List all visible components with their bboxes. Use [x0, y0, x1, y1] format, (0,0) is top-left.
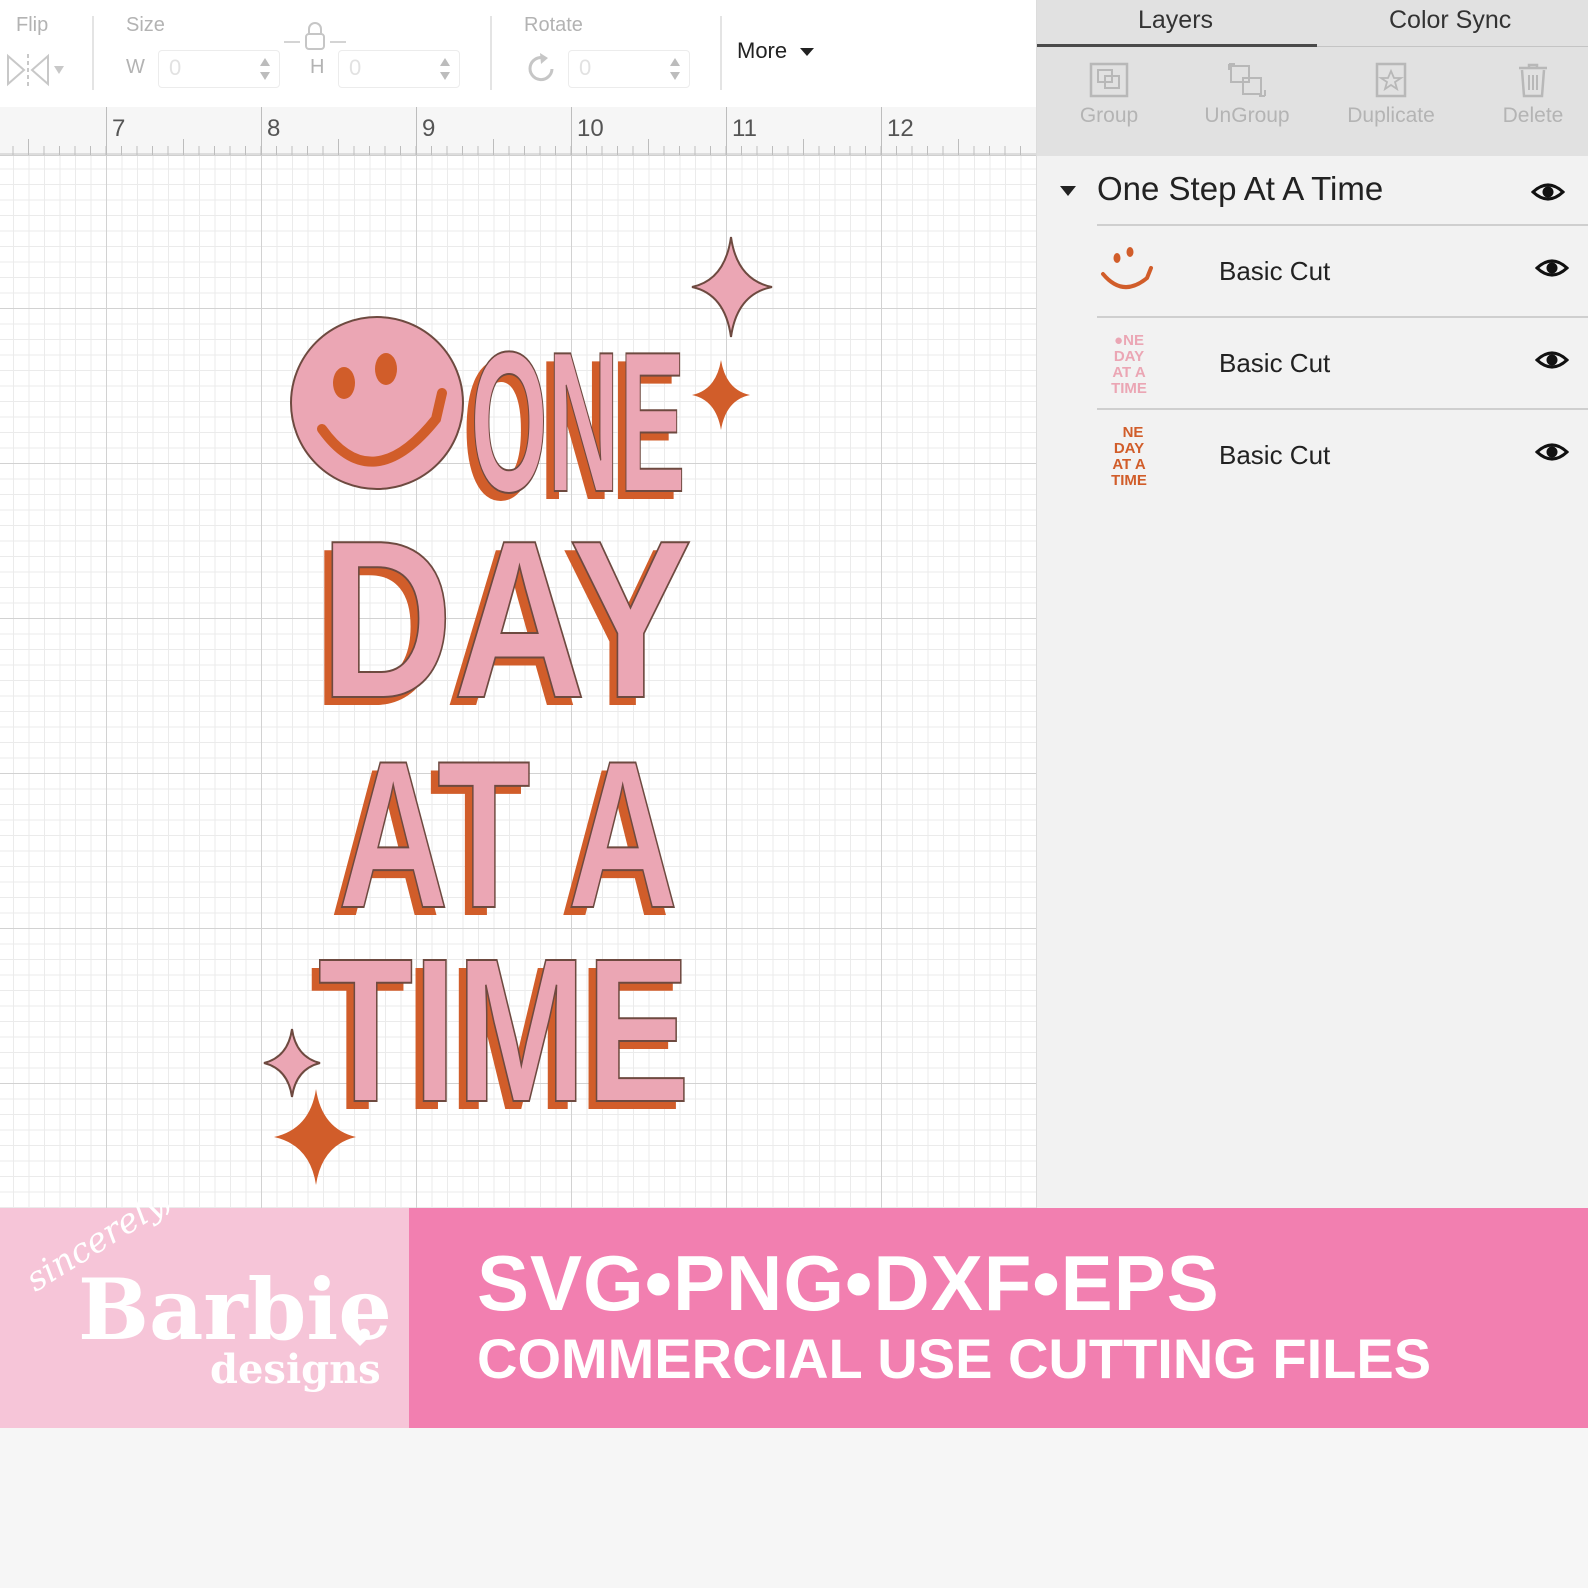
- more-label: More: [737, 38, 788, 63]
- file-formats-text: SVG•PNG•DXF•EPS: [477, 1239, 1220, 1327]
- edit-toolbar: Flip Size W 0 H 0 Rotate 0 More: [0, 0, 1036, 108]
- rust-text-thumbnail-icon: NE DAY AT A TIME: [1111, 424, 1147, 488]
- ungroup-label: UnGroup: [1204, 104, 1290, 127]
- tab-color-sync[interactable]: Color Sync: [1389, 6, 1511, 35]
- heart-icon: [350, 1328, 370, 1346]
- width-input[interactable]: 0: [158, 50, 280, 88]
- collapse-caret-icon[interactable]: [1059, 184, 1077, 198]
- stepper-arrows-icon[interactable]: [439, 55, 451, 83]
- visibility-eye-icon[interactable]: [1535, 256, 1569, 280]
- layer-label: Basic Cut: [1219, 348, 1331, 378]
- design-canvas[interactable]: 7 8 9 10 11 12 ONE ONE DAY DAY AT A AT A…: [0, 107, 1036, 1208]
- one-day-at-a-time-design[interactable]: ONE ONE DAY DAY AT A AT A TIME TIME: [0, 107, 1036, 1208]
- delete-label: Delete: [1502, 104, 1564, 127]
- active-tab-indicator: [1037, 44, 1317, 47]
- layer-row[interactable]: ●NE DAY AT A TIME Basic Cut: [1097, 316, 1588, 410]
- svg-text:DAY: DAY: [1114, 440, 1144, 457]
- layer-label: Basic Cut: [1219, 440, 1331, 470]
- paper-texture-footer: [0, 1428, 1588, 1588]
- design-line-day: DAY DAY: [312, 492, 693, 753]
- toolbar-divider: [720, 16, 722, 90]
- height-value: 0: [349, 55, 362, 80]
- size-label: Size: [126, 14, 165, 36]
- duplicate-icon: [1375, 62, 1407, 98]
- pink-text-thumbnail-icon: ●NE DAY AT A TIME: [1111, 332, 1147, 396]
- height-input[interactable]: 0: [338, 50, 460, 88]
- rotate-icon: [524, 52, 558, 91]
- group-icon: [1089, 62, 1129, 98]
- rotate-label: Rotate: [524, 14, 583, 36]
- tab-layers[interactable]: Layers: [1138, 6, 1213, 35]
- layer-row[interactable]: NE DAY AT A TIME Basic Cut: [1097, 408, 1588, 502]
- duplicate-label: Duplicate: [1347, 104, 1435, 127]
- duplicate-button[interactable]: Duplicate: [1331, 60, 1451, 128]
- svg-text:TIME: TIME: [1111, 472, 1147, 488]
- svg-text:TIME: TIME: [1111, 380, 1147, 396]
- layer-row[interactable]: Basic Cut: [1097, 224, 1588, 318]
- stepper-arrows-icon[interactable]: [259, 55, 271, 83]
- file-formats-banner: SVG•PNG•DXF•EPS COMMERCIAL USE CUTTING F…: [409, 1208, 1588, 1428]
- rotate-value: 0: [579, 55, 592, 80]
- visibility-eye-icon[interactable]: [1531, 180, 1565, 204]
- smiley-thumbnail-icon: [1101, 247, 1153, 289]
- layer-label: Basic Cut: [1219, 256, 1331, 286]
- svg-text:AT A: AT A: [1112, 456, 1145, 473]
- width-value: 0: [169, 55, 182, 80]
- smiley-face-icon: [290, 316, 464, 490]
- flip-icon: [7, 53, 64, 87]
- svg-text:DAY: DAY: [320, 493, 692, 745]
- rotate-input[interactable]: 0: [568, 50, 690, 88]
- group-label: Group: [1079, 104, 1139, 127]
- delete-icon: [1519, 63, 1547, 98]
- layer-group-title[interactable]: One Step At A Time: [1097, 170, 1383, 208]
- visibility-eye-icon[interactable]: [1535, 440, 1569, 464]
- delete-button[interactable]: Delete: [1473, 60, 1588, 128]
- height-label: H: [310, 56, 325, 78]
- brand-logo-panel: sincerely, Barbie designs: [0, 1180, 409, 1428]
- brand-designs: designs: [210, 1346, 381, 1393]
- layers-panel: Layers Color Sync Group UnGroup Duplicat…: [1036, 0, 1588, 1208]
- ungroup-button[interactable]: UnGroup: [1187, 60, 1307, 128]
- svg-text:DAY: DAY: [1114, 348, 1144, 365]
- width-label: W: [126, 56, 145, 78]
- toolbar-divider: [490, 16, 492, 90]
- svg-text:●NE: ●NE: [1114, 332, 1144, 349]
- design-line-time: TIME TIME: [310, 915, 691, 1153]
- panel-header: Layers Color Sync Group UnGroup Duplicat…: [1037, 0, 1588, 156]
- ungroup-icon: [1228, 63, 1266, 97]
- flip-label: Flip: [16, 14, 49, 36]
- svg-text:TIME: TIME: [318, 916, 690, 1145]
- brand-name: Barbie: [78, 1260, 392, 1359]
- visibility-eye-icon[interactable]: [1535, 348, 1569, 372]
- toolbar-divider: [92, 16, 94, 90]
- flip-dropdown[interactable]: [6, 52, 66, 88]
- commercial-use-text: COMMERCIAL USE CUTTING FILES: [477, 1327, 1432, 1390]
- stepper-arrows-icon[interactable]: [669, 55, 681, 83]
- group-button[interactable]: Group: [1049, 60, 1169, 128]
- caret-down-icon: [800, 48, 815, 56]
- sparkle-icon: [692, 360, 750, 430]
- sparkle-icon: [691, 236, 773, 338]
- svg-text:AT A: AT A: [1112, 364, 1145, 381]
- svg-text:NE: NE: [1123, 424, 1144, 441]
- more-menu-button[interactable]: More: [737, 38, 815, 64]
